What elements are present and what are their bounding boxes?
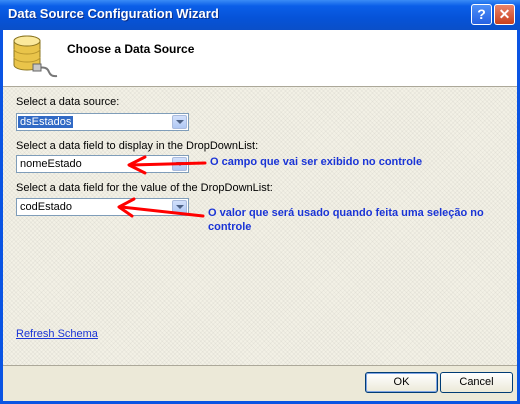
arrow-to-display-field xyxy=(127,155,207,175)
client-area: Choose a Data Source Select a data sourc… xyxy=(3,30,517,401)
ok-button[interactable]: OK xyxy=(365,372,438,393)
window-title: Data Source Configuration Wizard xyxy=(8,6,219,21)
form-panel: Select a data source: dsEstados Select a… xyxy=(3,87,517,365)
annotation-arrows xyxy=(117,155,207,218)
database-icon xyxy=(13,35,58,78)
arrow-to-value-field xyxy=(117,197,205,218)
wizard-window: Data Source Configuration Wizard ? ✕ Cho… xyxy=(0,0,520,404)
cancel-button[interactable]: Cancel xyxy=(440,372,513,393)
help-button[interactable]: ? xyxy=(471,4,492,25)
title-bar[interactable]: Data Source Configuration Wizard ? ✕ xyxy=(0,0,520,30)
close-button[interactable]: ✕ xyxy=(494,4,515,25)
wizard-header: Choose a Data Source xyxy=(3,30,517,86)
page-title: Choose a Data Source xyxy=(67,42,195,56)
refresh-schema-link[interactable]: Refresh Schema xyxy=(16,328,98,340)
footer-divider xyxy=(3,365,517,366)
